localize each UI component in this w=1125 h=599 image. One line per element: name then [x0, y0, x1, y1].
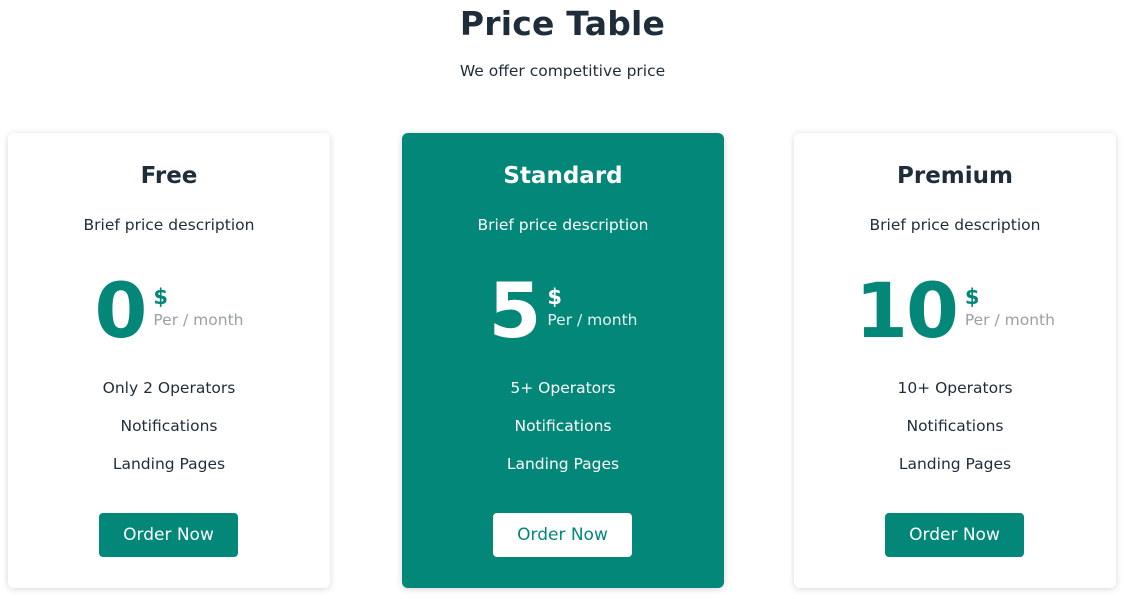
pricing-card-premium: Premium Brief price description 10 $ Per… — [794, 133, 1116, 588]
price-meta: $ Per / month — [965, 271, 1055, 331]
order-now-button[interactable]: Order Now — [493, 513, 632, 557]
price-amount: 10 — [855, 266, 959, 355]
plan-name: Standard — [503, 163, 623, 189]
plan-description: Brief price description — [477, 216, 649, 234]
price-meta: $ Per / month — [547, 271, 637, 331]
plan-name: Premium — [897, 163, 1013, 189]
order-now-button[interactable]: Order Now — [99, 513, 238, 557]
price-amount: 5 — [488, 266, 542, 355]
page-subtitle: We offer competitive price — [459, 62, 666, 80]
price-period: Per / month — [964, 311, 1055, 329]
plan-name: Free — [140, 163, 198, 189]
feature-list: Only 2 Operators Notifications Landing P… — [8, 377, 330, 491]
pricing-card-free: Free Brief price description 0 $ Per / m… — [8, 133, 330, 588]
price-row: 10 $ Per / month — [794, 271, 1116, 351]
feature-item: 5+ Operators — [510, 379, 616, 397]
feature-item: Notifications — [906, 417, 1004, 435]
feature-item: Only 2 Operators — [102, 379, 236, 397]
price-currency: $ — [153, 285, 169, 309]
feature-item: Landing Pages — [898, 455, 1012, 473]
price-meta: $ Per / month — [153, 271, 243, 331]
feature-list: 5+ Operators Notifications Landing Pages — [402, 377, 724, 491]
price-currency: $ — [964, 285, 980, 309]
order-now-button[interactable]: Order Now — [885, 513, 1024, 557]
price-amount: 0 — [94, 266, 148, 355]
feature-list: 10+ Operators Notifications Landing Page… — [794, 377, 1116, 491]
price-row: 0 $ Per / month — [8, 271, 330, 351]
price-currency: $ — [547, 285, 563, 309]
price-period: Per / month — [153, 311, 244, 329]
price-row: 5 $ Per / month — [402, 271, 724, 351]
feature-item: Notifications — [514, 417, 612, 435]
page-title: Price Table — [459, 4, 666, 43]
feature-item: Landing Pages — [112, 455, 226, 473]
feature-item: Landing Pages — [506, 455, 620, 473]
plan-description: Brief price description — [83, 216, 255, 234]
feature-item: 10+ Operators — [897, 379, 1013, 397]
pricing-card-standard: Standard Brief price description 5 $ Per… — [402, 133, 724, 588]
feature-item: Notifications — [120, 417, 218, 435]
price-period: Per / month — [547, 311, 638, 329]
plan-description: Brief price description — [869, 216, 1041, 234]
